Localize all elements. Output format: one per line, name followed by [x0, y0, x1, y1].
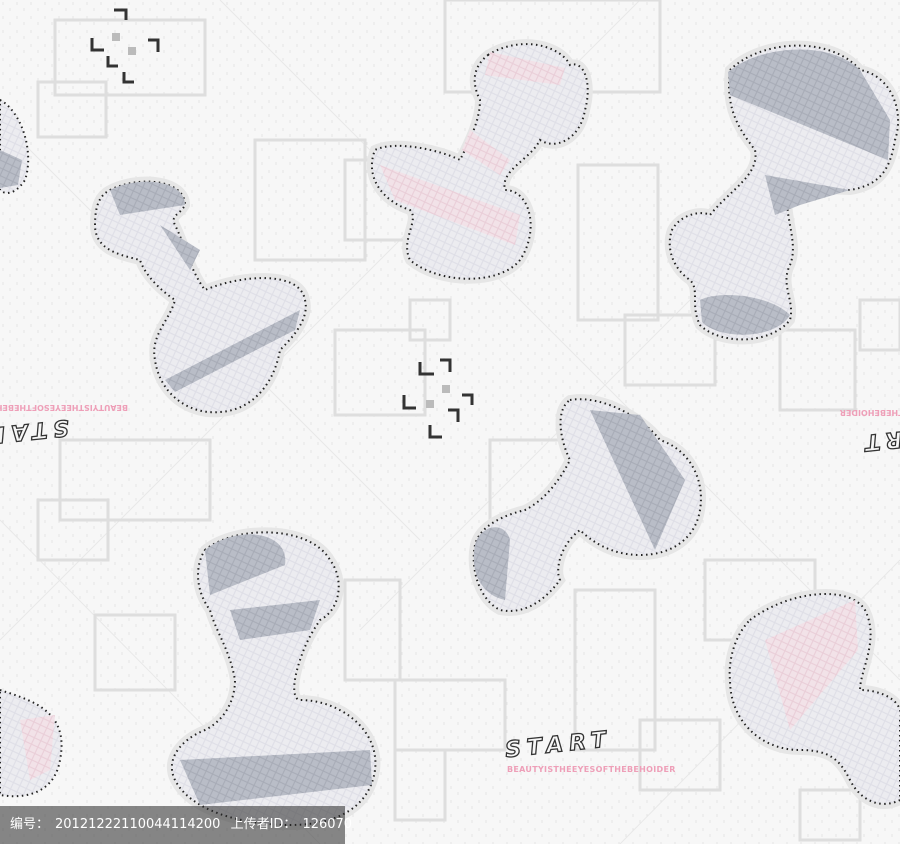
image-id-caption: 编号： 20121222110044114200 上传者ID： 126070 [0, 806, 352, 844]
tagline-left: BEAUTYISTHEEYESOFTHEBEHOIDER [0, 403, 128, 412]
uploader-label: 上传者ID： [230, 817, 297, 832]
tagline-bottom: BEAUTYISTHEEYESOFTHEBEHOIDER [507, 765, 676, 774]
uploader-value: 126070 [302, 817, 353, 832]
pattern-canvas: START BEAUTYISTHEEYESOFTHEBEHOIDER START… [0, 0, 900, 844]
id-value: 20121222110044114200 [55, 817, 221, 832]
id-label: 编号： [10, 817, 50, 832]
tagline-right-edge: BEAUTYISTHEEYESOFTHEBEHOIDER [840, 408, 900, 417]
